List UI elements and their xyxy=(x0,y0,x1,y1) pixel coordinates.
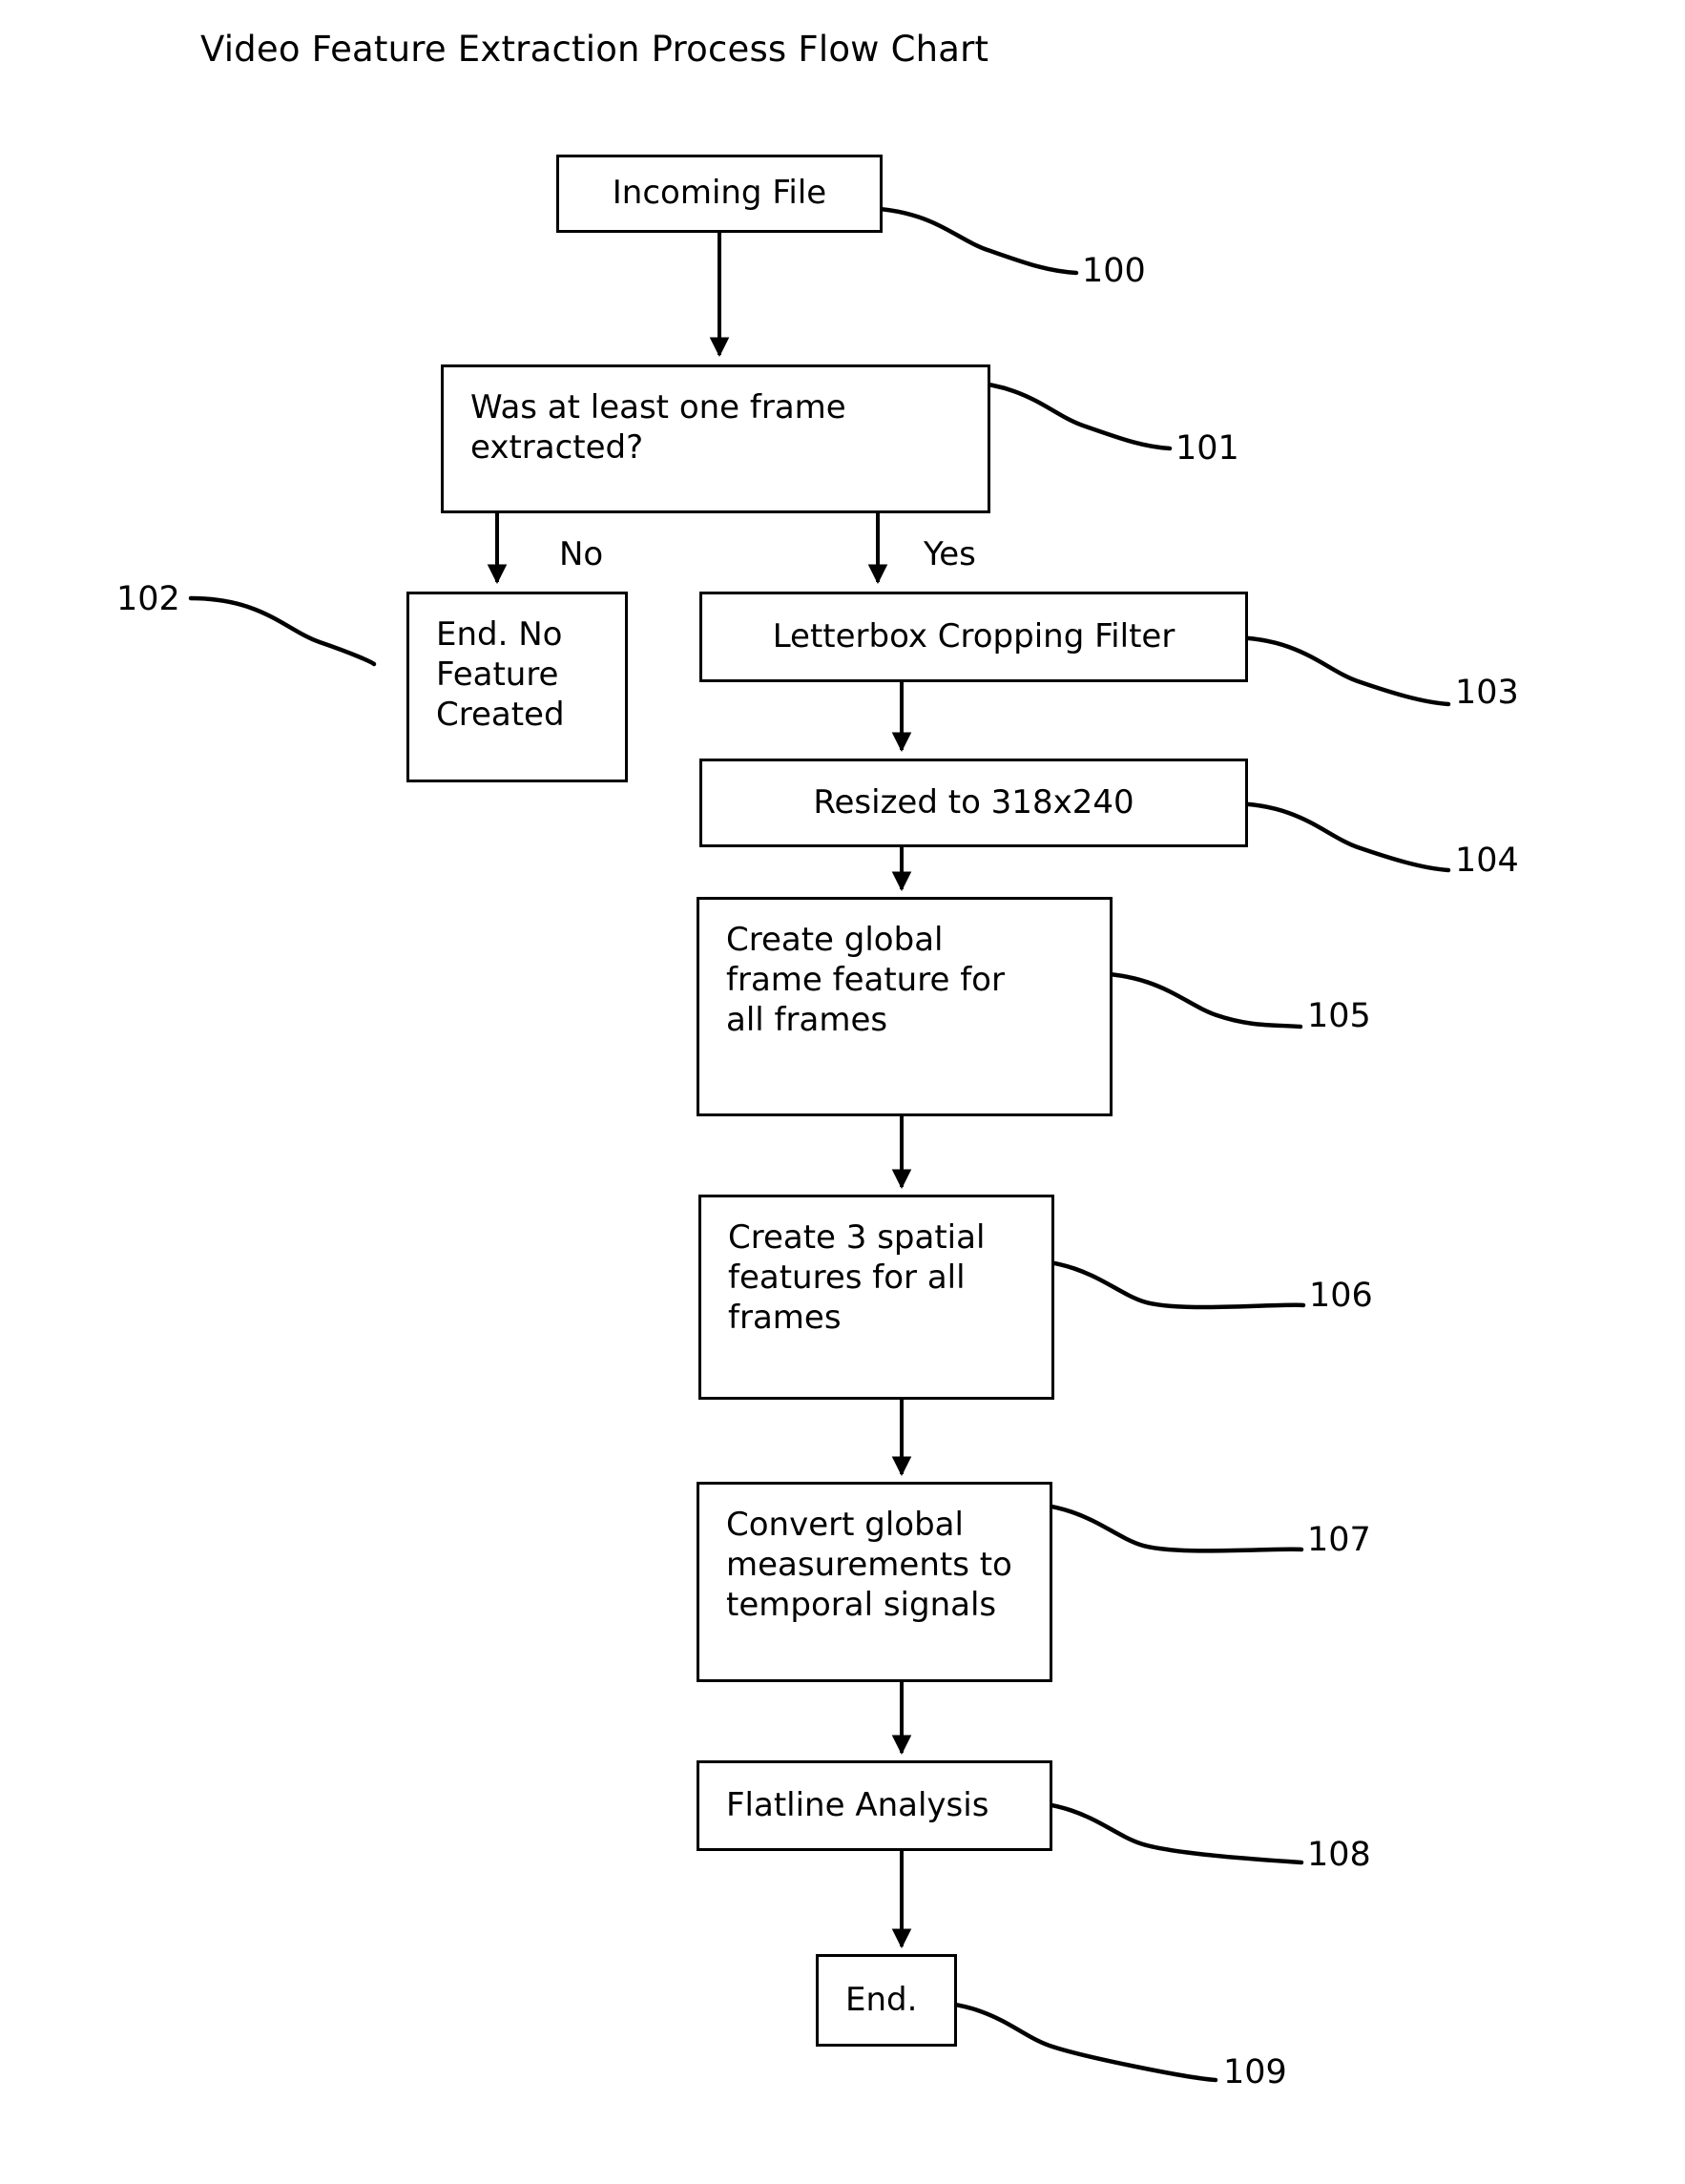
node-label: Incoming File xyxy=(612,174,827,213)
leader-104 xyxy=(1226,801,1451,873)
node-create-global-frame-feature[interactable]: Create global frame feature for all fram… xyxy=(697,897,1113,1116)
edge-label-no: No xyxy=(559,535,604,573)
leader-107 xyxy=(1009,1500,1304,1553)
node-letterbox-cropping-filter[interactable]: Letterbox Cropping Filter xyxy=(699,592,1248,682)
leader-106 xyxy=(1011,1257,1306,1310)
node-frame-extracted-decision[interactable]: Was at least one frame extracted? xyxy=(441,364,990,513)
node-label: Create global frame feature for all fram… xyxy=(726,921,1005,1039)
reference-numeral-102: 102 xyxy=(116,580,180,618)
leader-100 xyxy=(856,205,1079,276)
node-label: Resized to 318x240 xyxy=(813,782,1134,822)
node-label: End. No Feature Created xyxy=(436,615,565,734)
leader-109 xyxy=(918,1999,1218,2083)
reference-numeral-108: 108 xyxy=(1307,1836,1371,1874)
leader-108 xyxy=(1009,1799,1304,1865)
node-label: End. xyxy=(845,1980,918,2019)
leader-105 xyxy=(1085,970,1303,1030)
reference-numeral-104: 104 xyxy=(1455,842,1519,880)
node-end-no-feature-created[interactable]: End. No Feature Created xyxy=(406,592,628,782)
reference-numeral-101: 101 xyxy=(1175,429,1239,468)
reference-numeral-100: 100 xyxy=(1082,252,1146,290)
leader-102 xyxy=(188,595,377,667)
reference-numeral-106: 106 xyxy=(1309,1277,1373,1315)
node-flatline-analysis[interactable]: Flatline Analysis xyxy=(697,1760,1052,1851)
node-label: Letterbox Cropping Filter xyxy=(772,616,1175,655)
node-resized[interactable]: Resized to 318x240 xyxy=(699,759,1248,847)
node-incoming-file[interactable]: Incoming File xyxy=(556,155,883,233)
node-convert-global-measurements[interactable]: Convert global measurements to temporal … xyxy=(697,1482,1052,1682)
reference-numeral-107: 107 xyxy=(1307,1521,1371,1559)
reference-numeral-105: 105 xyxy=(1307,997,1371,1035)
reference-numeral-109: 109 xyxy=(1223,2053,1287,2091)
reference-numeral-103: 103 xyxy=(1455,674,1519,712)
node-create-spatial-features[interactable]: Create 3 spatial features for all frames xyxy=(698,1195,1054,1400)
edge-label-yes: Yes xyxy=(924,535,976,573)
node-label: Flatline Analysis xyxy=(726,1785,989,1824)
flowchart-page: Video Feature Extraction Process Flow Ch… xyxy=(0,0,1685,2184)
node-label: Was at least one frame extracted? xyxy=(470,388,846,467)
node-label: Create 3 spatial features for all frames xyxy=(728,1218,986,1337)
leader-103 xyxy=(1226,634,1451,707)
node-label: Convert global measurements to temporal … xyxy=(726,1506,1012,1624)
node-end[interactable]: End. xyxy=(816,1954,957,2047)
